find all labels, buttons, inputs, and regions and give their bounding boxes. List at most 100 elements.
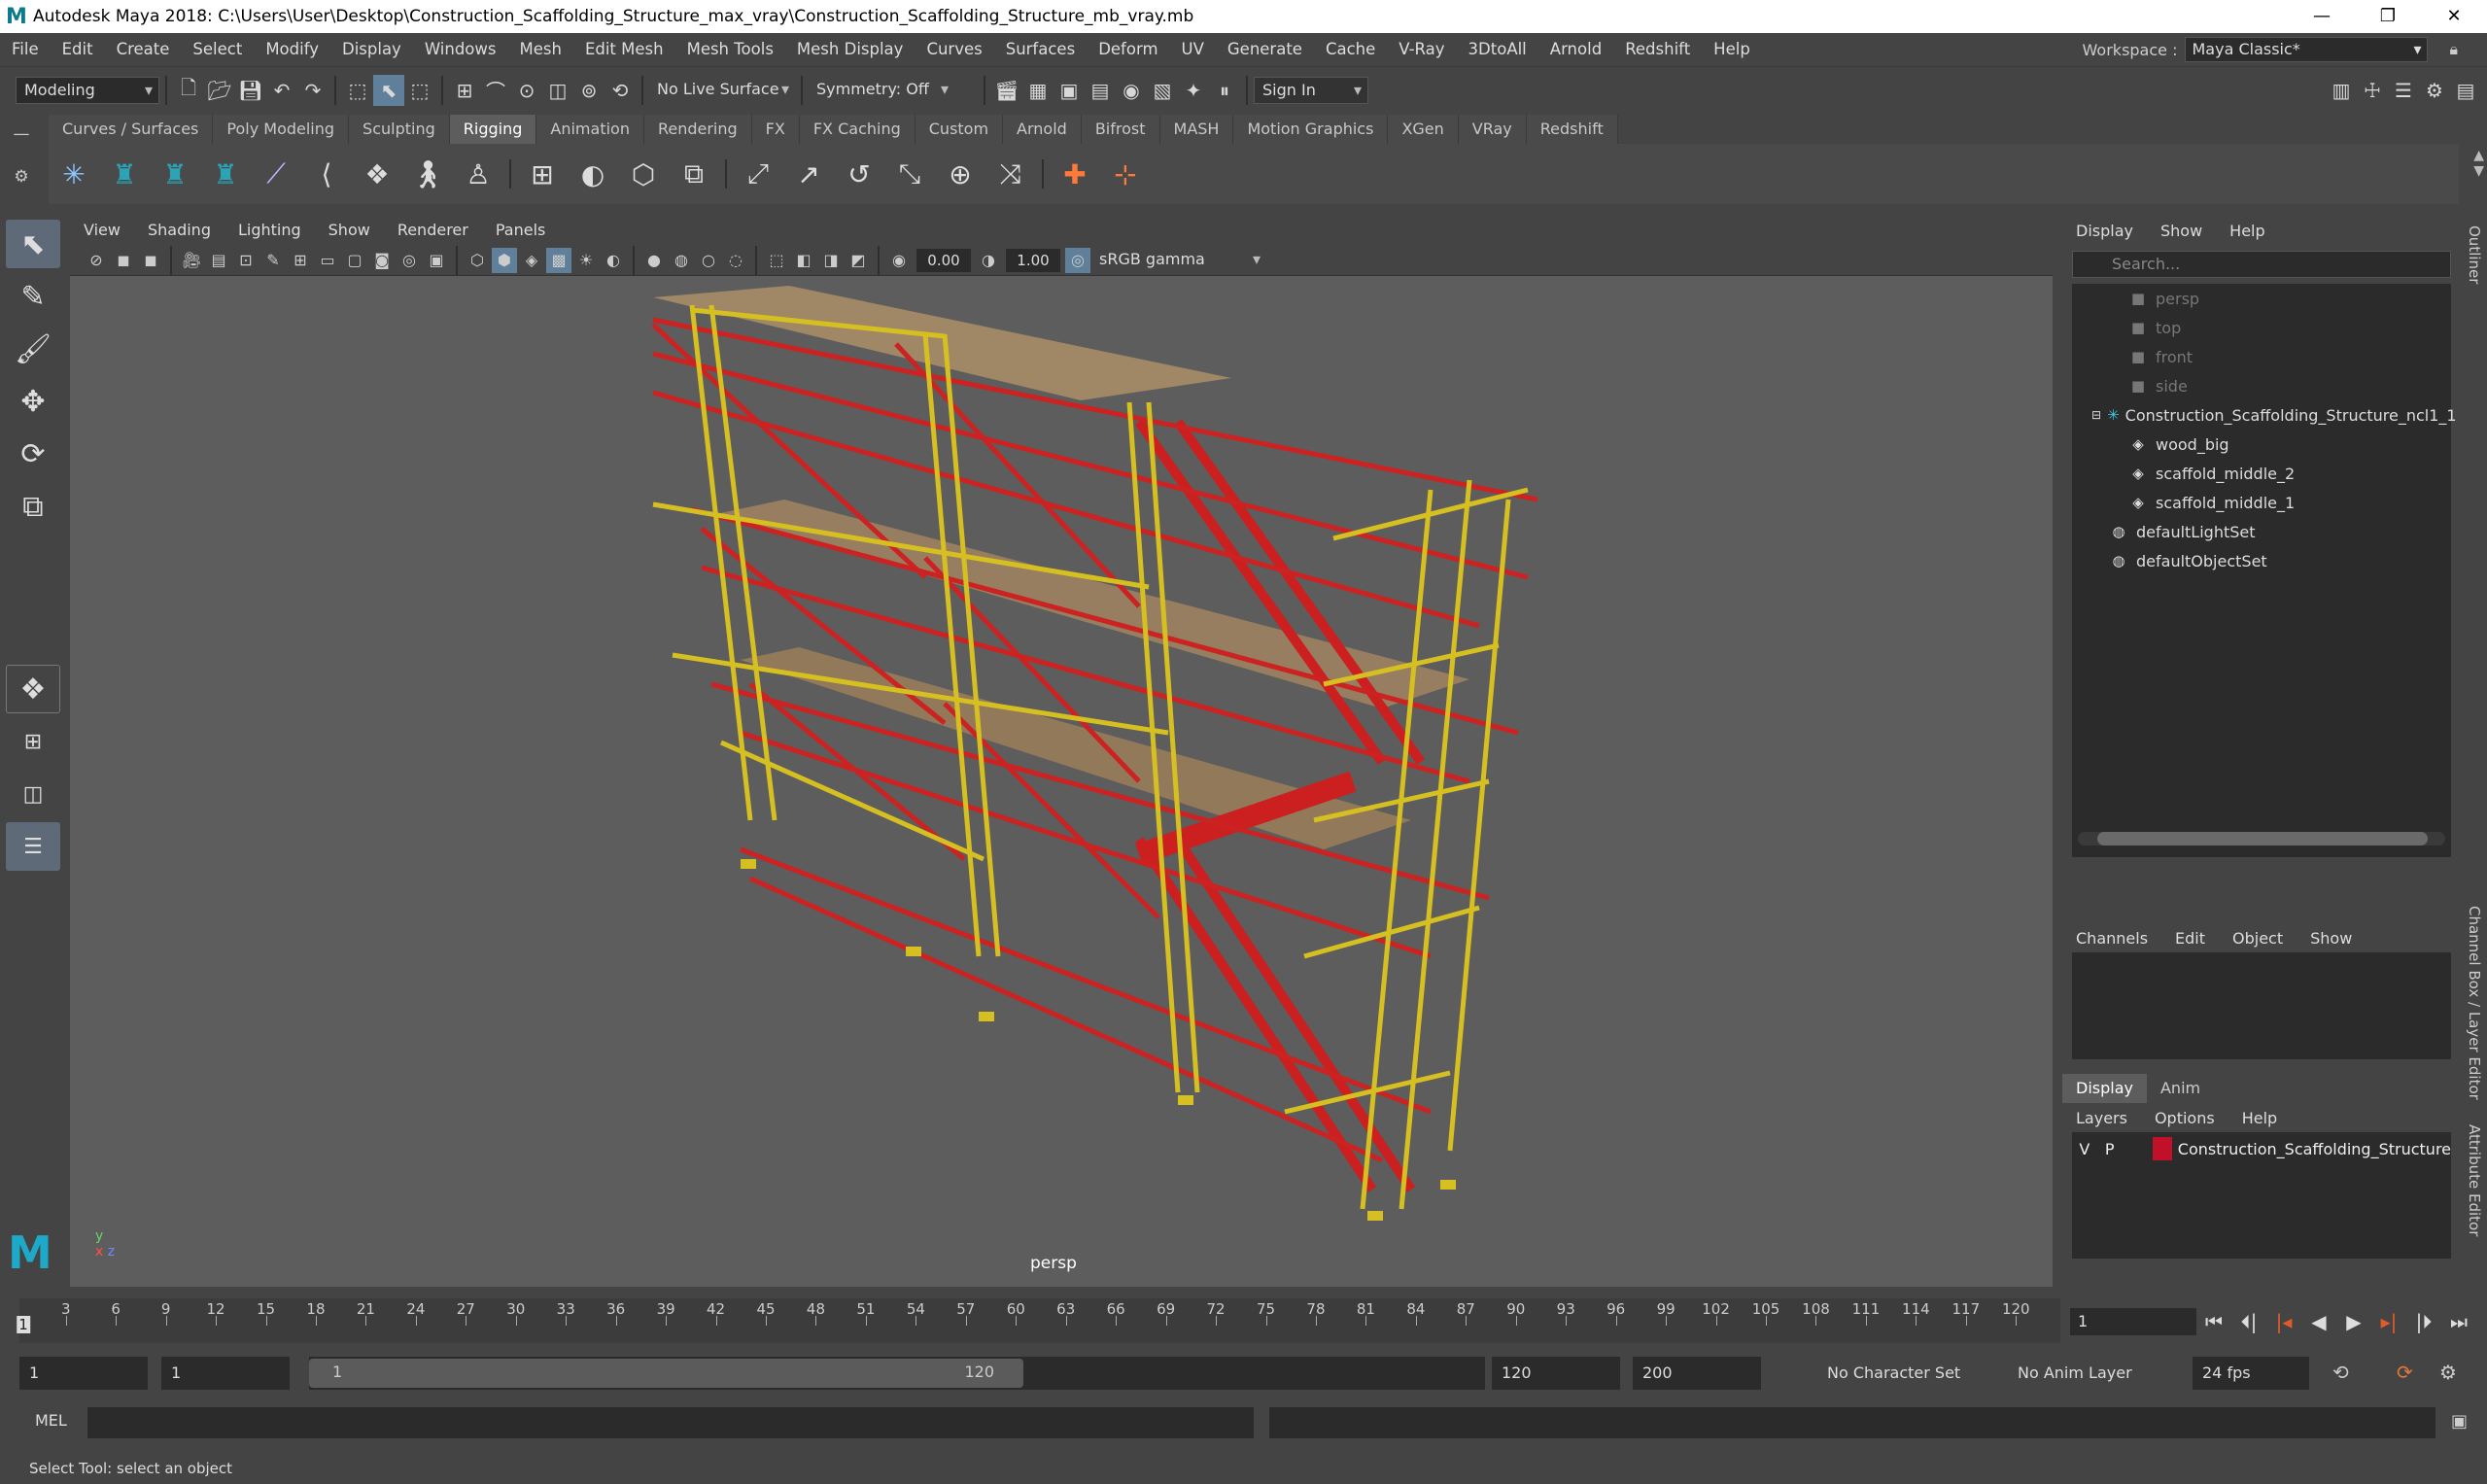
outliner-layout-icon[interactable]: ☰ <box>6 822 60 871</box>
menu-help[interactable]: Help <box>1702 33 1762 66</box>
layers-menu-layers[interactable]: Layers <box>2062 1109 2141 1127</box>
layers-menu-help[interactable]: Help <box>2228 1109 2291 1127</box>
auto-key-icon[interactable]: ⟳ <box>2397 1361 2413 1384</box>
menu-vray[interactable]: V-Ray <box>1387 33 1456 66</box>
lock-icon[interactable]: 🔒︎ <box>2449 40 2458 59</box>
outliner-menu-display[interactable]: Display <box>2062 222 2147 240</box>
command-input[interactable] <box>87 1407 1254 1438</box>
outliner-menu-show[interactable]: Show <box>2147 222 2216 240</box>
channel-box-toggle-icon[interactable]: ▤ <box>2450 75 2481 106</box>
playback-end-field[interactable]: 120 <box>1492 1357 1620 1390</box>
skeleton-icon[interactable]: ♙ <box>453 147 503 201</box>
channels-menu-show[interactable]: Show <box>2297 929 2366 948</box>
shelf-settings-icon[interactable]: ⚙ <box>0 167 43 187</box>
move-tool-icon[interactable]: ✥ <box>6 377 60 426</box>
film-gate-icon[interactable]: ▭ <box>315 248 340 273</box>
grease-pencil-icon[interactable]: ✎ <box>260 248 286 273</box>
side-tab-outliner[interactable]: Outliner <box>2466 225 2483 284</box>
image-plane-icon[interactable]: ▤ <box>206 248 231 273</box>
ik-spline-icon[interactable]: ⟨ <box>301 147 352 201</box>
new-scene-icon[interactable]: 🗋 <box>173 75 204 106</box>
two-view-layout-icon[interactable]: ◫ <box>6 770 60 818</box>
vp-menu-show[interactable]: Show <box>315 216 384 245</box>
shelf-tab-bifrost[interactable]: Bifrost <box>1081 115 1160 144</box>
menu-mesh-display[interactable]: Mesh Display <box>785 33 915 66</box>
shelf-tab-mash[interactable]: MASH <box>1159 115 1234 144</box>
workspace-dropdown[interactable]: Maya Classic* <box>2185 37 2429 62</box>
fps-dropdown[interactable]: 24 fps <box>2193 1357 2309 1390</box>
shelf-tab-motion-graphics[interactable]: Motion Graphics <box>1233 115 1389 144</box>
menu-display[interactable]: Display <box>330 33 413 66</box>
select-tool-icon[interactable]: ⬉ <box>6 220 60 268</box>
bookmark-icon[interactable]: ◼ <box>138 248 163 273</box>
blend-shape-icon[interactable]: ⧉ <box>669 147 719 201</box>
shelf-tab-fx-caching[interactable]: FX Caching <box>799 115 915 144</box>
channels-menu-object[interactable]: Object <box>2219 929 2297 948</box>
rotate-tool-icon[interactable]: ⟳ <box>6 430 60 478</box>
step-forward-frame-icon[interactable]: ▸| <box>2371 1307 2406 1336</box>
render-setup-icon[interactable]: ▧ <box>1147 75 1178 106</box>
outliner-item-default-light-set[interactable]: ◍ defaultLightSet <box>2072 517 2451 546</box>
figure-icon[interactable]: 🚶︎ <box>402 147 453 201</box>
go-to-start-icon[interactable]: ⏮ <box>2196 1307 2231 1336</box>
shelf-collapse-icon[interactable]: — <box>0 124 43 144</box>
gamma-icon[interactable]: ◑ <box>976 248 1001 273</box>
select-object-icon[interactable]: ⬉ <box>373 74 404 106</box>
outliner-item-scaffold-middle-1[interactable]: ◈ scaffold_middle_1 <box>2072 488 2451 517</box>
menu-mesh[interactable]: Mesh <box>507 33 572 66</box>
step-forward-key-icon[interactable]: |⏵ <box>2406 1307 2441 1336</box>
outliner-item-scaffold-middle-2[interactable]: ◈ scaffold_middle_2 <box>2072 459 2451 488</box>
exposure-icon[interactable]: ◉ <box>886 248 912 273</box>
menu-surfaces[interactable]: Surfaces <box>994 33 1087 66</box>
pause-render-icon[interactable]: ⏸ <box>1209 75 1240 106</box>
select-component-icon[interactable]: ⬚ <box>404 75 435 106</box>
channels-menu-edit[interactable]: Edit <box>2161 929 2219 948</box>
aim-constraint-icon[interactable]: ⊕ <box>935 147 985 201</box>
wireframe-icon[interactable]: ⬡ <box>465 248 490 273</box>
lattice-icon[interactable]: ⊞ <box>517 147 568 201</box>
menu-file[interactable]: File <box>0 33 51 66</box>
snap-grid-icon[interactable]: ⊞ <box>449 75 480 106</box>
playback-start-field[interactable]: 1 <box>161 1357 290 1390</box>
scale-constraint-icon[interactable]: ⤡ <box>884 147 935 201</box>
script-editor-icon[interactable]: ▣ <box>2451 1411 2468 1432</box>
animation-start-field[interactable]: 1 <box>19 1357 148 1390</box>
outliner-h-scrollbar[interactable] <box>2078 832 2445 846</box>
cluster-icon[interactable]: ◐ <box>568 147 618 201</box>
locator-icon[interactable]: ✚ <box>1050 147 1100 201</box>
shelf-scroll-icon[interactable]: ▲ ▼ <box>2473 148 2484 179</box>
snap-live-icon[interactable]: ⊚ <box>573 75 604 106</box>
pole-vector-icon[interactable]: ⤨ <box>985 147 1036 201</box>
menuset-dropdown[interactable]: Modeling <box>16 76 159 104</box>
outliner-search-input[interactable]: Search... <box>2072 251 2451 278</box>
menu-uv[interactable]: UV <box>1170 33 1216 66</box>
layer-tab-anim[interactable]: Anim <box>2147 1074 2214 1103</box>
vp-menu-view[interactable]: View <box>70 216 134 245</box>
minimize-button[interactable]: — <box>2289 0 2355 33</box>
scale-tool-icon[interactable]: ⧉ <box>6 482 60 531</box>
snap-point-icon[interactable]: ⊙ <box>511 75 542 106</box>
xray-joints-icon[interactable]: ◨ <box>818 248 844 273</box>
shelf-tab-sculpting[interactable]: Sculpting <box>349 115 450 144</box>
create-joints-icon[interactable]: ✳ <box>49 147 99 201</box>
shelf-tab-animation[interactable]: Animation <box>536 115 644 144</box>
exposure-field[interactable]: 0.00 <box>916 248 971 272</box>
symmetry-dropdown[interactable]: Symmetry: Off <box>809 76 954 104</box>
parent-constraint-icon[interactable]: ⤢ <box>733 147 783 201</box>
loop-icon[interactable]: ⟲ <box>2332 1361 2349 1384</box>
render-view-icon[interactable]: ▦ <box>1022 75 1054 106</box>
anim-layer-dropdown[interactable]: No Anim Layer <box>2008 1357 2163 1390</box>
depth-of-field-icon[interactable]: ◌ <box>723 248 748 273</box>
vp-menu-lighting[interactable]: Lighting <box>225 216 315 245</box>
render-settings-icon[interactable]: 🎬︎ <box>991 75 1022 106</box>
outliner-menu-help[interactable]: Help <box>2216 222 2278 240</box>
wrap-icon[interactable]: ⬡ <box>618 147 669 201</box>
shelf-tab-poly-modeling[interactable]: Poly Modeling <box>213 115 350 144</box>
make-live-icon[interactable]: ⟲ <box>604 75 636 106</box>
orient-constraint-icon[interactable]: ↺ <box>834 147 884 201</box>
menu-create[interactable]: Create <box>105 33 182 66</box>
paint-select-tool-icon[interactable]: 🖌︎ <box>6 325 60 373</box>
menu-arnold[interactable]: Arnold <box>1538 33 1613 66</box>
menu-edit-mesh[interactable]: Edit Mesh <box>573 33 675 66</box>
isolate-select-icon[interactable]: ⬚ <box>764 248 789 273</box>
